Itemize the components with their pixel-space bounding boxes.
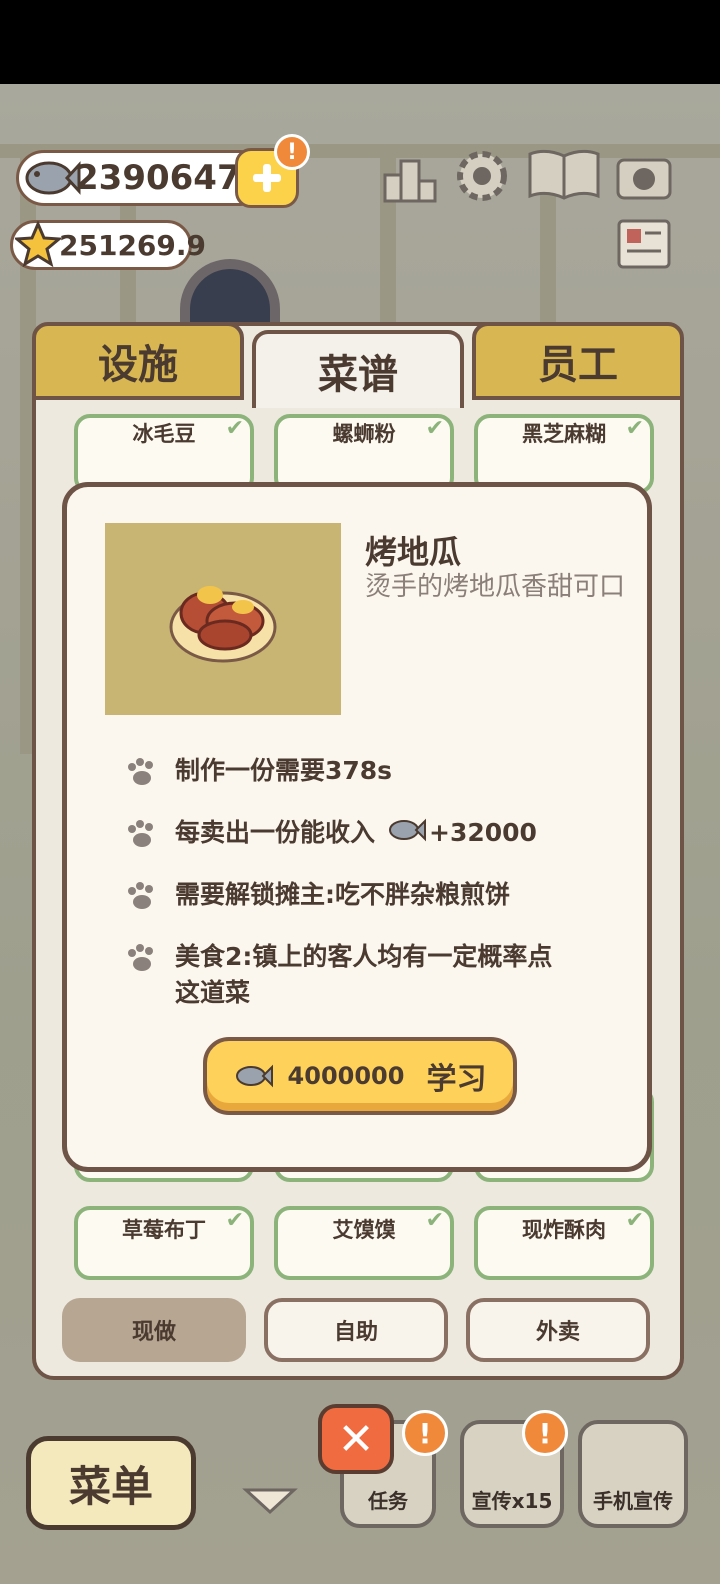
- recipe-card[interactable]: 艾馍馍 ✔: [274, 1206, 454, 1280]
- tab-staff[interactable]: 员工: [472, 322, 684, 400]
- learn-price: 4000000: [287, 1062, 405, 1090]
- settings-button[interactable]: [452, 148, 512, 204]
- phone-promo-label: 手机宣传: [593, 1489, 673, 1513]
- check-icon: ✔: [625, 1208, 644, 1233]
- currency-alert-badge: !: [274, 134, 310, 170]
- recipe-book-icon: [528, 149, 600, 200]
- dish-image: [105, 523, 341, 715]
- paw-icon: [125, 753, 175, 797]
- check-icon: ✔: [225, 416, 244, 441]
- check-icon: ✔: [425, 416, 444, 441]
- menu-button[interactable]: 菜单: [26, 1436, 196, 1530]
- ranking-button[interactable]: [380, 150, 440, 206]
- dish-description: 烫手的烤地瓜香甜可口: [365, 572, 626, 602]
- recipe-detail-dialog: 烤地瓜 烫手的烤地瓜香甜可口 制作一份需要378s 每卖出一份能收入 +3200…: [62, 482, 652, 1172]
- chevron-down-icon[interactable]: [242, 1486, 298, 1516]
- unlock-text: 需要解锁摊主:吃不胖杂粮煎饼: [175, 880, 510, 909]
- paw-icon: [125, 877, 175, 921]
- recipe-card-label: 螺蛳粉: [332, 422, 396, 446]
- close-icon: ✕: [337, 1413, 375, 1465]
- learn-button[interactable]: 4000000 学习: [203, 1037, 517, 1115]
- promo-label: 宣传x15: [471, 1489, 553, 1513]
- fish-currency: 23906476: [16, 150, 268, 206]
- fish-icon: [235, 1064, 273, 1088]
- check-icon: ✔: [625, 416, 644, 441]
- unlock-row: 需要解锁摊主:吃不胖杂粮煎饼: [125, 877, 625, 921]
- tab-facilities[interactable]: 设施: [32, 322, 244, 400]
- mode-made-to-order[interactable]: 现做: [62, 1298, 246, 1362]
- paw-icon: [125, 815, 175, 859]
- learn-label: 学习: [426, 1062, 487, 1097]
- check-icon: ✔: [425, 1208, 444, 1233]
- mode-self-service[interactable]: 自助: [264, 1298, 448, 1362]
- status-bar: [0, 0, 720, 84]
- recipe-card-label: 冰毛豆: [132, 422, 196, 446]
- promo-alert-badge: !: [522, 1410, 568, 1456]
- recipe-card-label: 艾馍馍: [332, 1218, 396, 1242]
- cook-time-text: 制作一份需要378s: [175, 756, 393, 785]
- recipe-card-label: 现炸酥肉: [522, 1218, 606, 1242]
- star-amount: 251269.9: [59, 228, 207, 262]
- newspaper-button[interactable]: [614, 216, 674, 272]
- tasks-label: 任务: [368, 1489, 408, 1513]
- fish-icon: [25, 161, 81, 195]
- income-value: +32000: [429, 818, 537, 847]
- recipe-card[interactable]: 草莓布丁 ✔: [74, 1206, 254, 1280]
- cook-time-row: 制作一份需要378s: [125, 753, 625, 797]
- close-button[interactable]: ✕: [318, 1404, 394, 1474]
- camera-icon: [616, 158, 672, 200]
- tasks-alert-badge: !: [402, 1410, 448, 1456]
- income-row: 每卖出一份能收入 +32000: [125, 815, 625, 859]
- recipe-card[interactable]: 现炸酥肉 ✔: [474, 1206, 654, 1280]
- effect-text: 美食2:镇上的客人均有一定概率点这道菜: [175, 942, 553, 1007]
- roasted-sweet-potato-icon: [169, 586, 277, 663]
- dish-name: 烤地瓜: [365, 533, 462, 571]
- recipe-card-label: 草莓布丁: [122, 1218, 206, 1242]
- paw-icon: [125, 939, 175, 1011]
- tab-recipes[interactable]: 菜谱: [252, 330, 464, 408]
- newspaper-icon: [617, 219, 671, 269]
- effect-row: 美食2:镇上的客人均有一定概率点这道菜: [125, 939, 565, 1011]
- star-icon: [15, 221, 61, 267]
- fish-icon: [389, 818, 427, 842]
- gear-icon: [457, 151, 507, 201]
- check-icon: ✔: [225, 1208, 244, 1233]
- recipe-book-button[interactable]: [526, 146, 602, 202]
- ranking-icon: [383, 159, 437, 203]
- camera-button[interactable]: [614, 148, 674, 204]
- mode-delivery[interactable]: 外卖: [466, 1298, 650, 1362]
- income-label: 每卖出一份能收入: [175, 818, 376, 847]
- recipe-card-label: 黑芝麻糊: [522, 422, 606, 446]
- phone-promo-button[interactable]: 手机宣传: [578, 1420, 688, 1528]
- star-currency: 251269.9: [10, 220, 206, 270]
